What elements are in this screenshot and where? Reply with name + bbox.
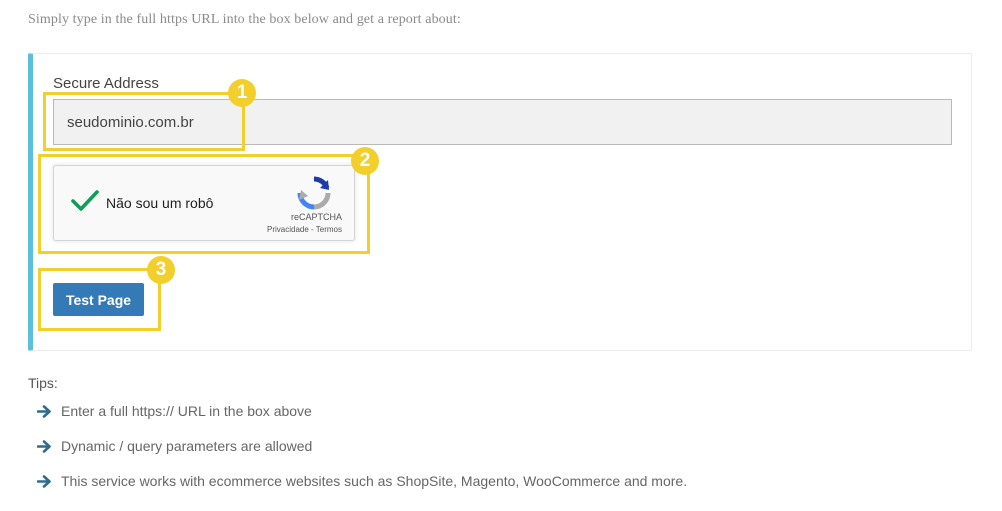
secure-address-input[interactable] — [53, 99, 952, 145]
recaptcha-label: Não sou um robô — [106, 195, 214, 211]
arrow-right-icon — [37, 439, 51, 453]
annotation-badge-1: 1 — [228, 79, 256, 107]
annotation-badge-2: 2 — [351, 147, 379, 175]
tips-title: Tips: — [28, 375, 58, 391]
recaptcha-links: Privacidade - Termos — [54, 225, 342, 234]
tip-item: Enter a full https:// URL in the box abo… — [37, 403, 312, 419]
terms-link[interactable]: Termos — [316, 225, 342, 234]
tip-item: Dynamic / query parameters are allowed — [37, 438, 312, 454]
tip-text: Enter a full https:// URL in the box abo… — [61, 403, 312, 419]
recaptcha-widget: Não sou um robô reCAPTCHA Privacidade - … — [53, 165, 355, 241]
test-page-button[interactable]: Test Page — [53, 283, 144, 316]
arrow-right-icon — [37, 404, 51, 418]
privacy-link[interactable]: Privacidade — [267, 225, 309, 234]
tip-item: This service works with ecommerce websit… — [37, 473, 687, 489]
tip-text: This service works with ecommerce websit… — [61, 473, 688, 489]
tip-text: Dynamic / query parameters are allowed — [61, 438, 313, 454]
recaptcha-brand: reCAPTCHA — [290, 212, 342, 222]
arrow-right-icon — [37, 474, 51, 488]
secure-address-label: Secure Address — [53, 75, 159, 92]
annotation-badge-3: 3 — [147, 256, 175, 284]
intro-text: Simply type in the full https URL into t… — [28, 12, 461, 27]
link-separator: - — [308, 225, 316, 234]
recaptcha-logo-icon — [297, 176, 331, 215]
